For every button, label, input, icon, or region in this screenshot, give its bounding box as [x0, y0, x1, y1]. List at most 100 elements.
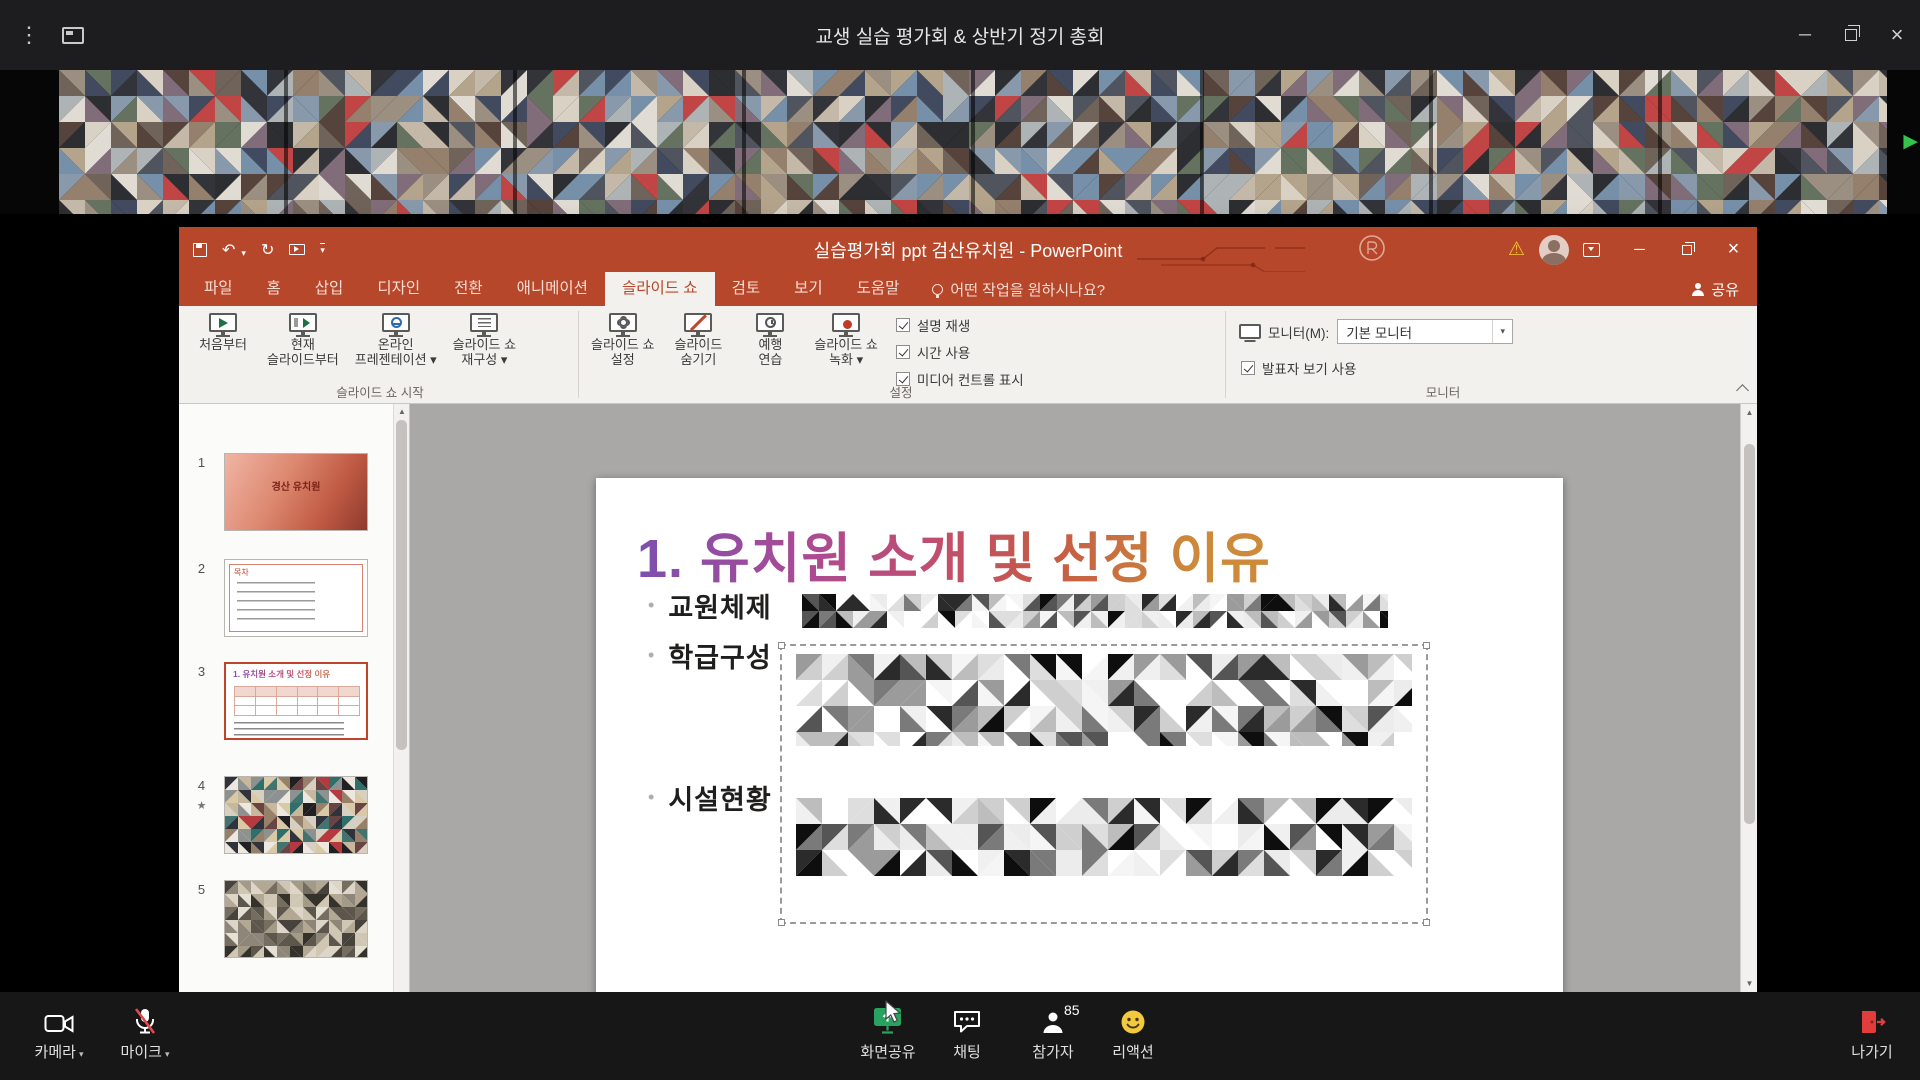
close-button[interactable]: × — [1874, 0, 1920, 70]
tab-transitions[interactable]: 전환 — [437, 272, 500, 306]
warning-icon[interactable]: ⚠ — [1508, 238, 1525, 261]
slide-5-preview[interactable] — [224, 880, 368, 958]
ppt-titlebar: ↶ ▾ ↻ ▾ 실습평가회 ppt 검산유치원 - PowerPoint ⚠ ─ — [179, 227, 1757, 272]
slide-4-preview[interactable] — [224, 776, 368, 854]
setup-slideshow-button[interactable]: 슬라이드 쇼 설정 — [583, 309, 662, 389]
scrollbar-thumb[interactable] — [396, 420, 407, 750]
ppt-restore-button[interactable] — [1663, 227, 1710, 272]
resize-handle[interactable] — [1423, 642, 1430, 649]
qat-customize-icon[interactable]: ▾ — [320, 243, 325, 256]
minimize-button[interactable]: ─ — [1782, 0, 1828, 70]
scrollbar-thumb[interactable] — [1744, 444, 1755, 824]
share-button[interactable]: 공유 — [1691, 272, 1739, 306]
thumbnail-scrollbar[interactable]: ▲ — [393, 404, 409, 992]
group-label: 설정 — [583, 382, 1219, 401]
participants-button[interactable]: 85 참가자 — [1007, 992, 1099, 1080]
account-avatar[interactable] — [1539, 235, 1569, 265]
mic-button[interactable]: 마이크▾ — [99, 992, 191, 1080]
scroll-down-icon[interactable]: ▼ — [1741, 979, 1757, 988]
resize-handle[interactable] — [778, 642, 785, 649]
slide-3-preview[interactable]: 1. 유치원 소개 및 선정 이유 — [224, 662, 368, 740]
bullet-text: 학급구성 — [668, 636, 771, 675]
participant-count: 85 — [1064, 1002, 1080, 1018]
tab-view[interactable]: 보기 — [777, 272, 840, 306]
bullet-icon: • — [648, 645, 654, 666]
leave-label: 나가기 — [1826, 1041, 1918, 1062]
meeting-toolbar: 카메라▾ 마이크▾ 화면공유 — [0, 992, 1920, 1080]
tab-insert[interactable]: 삽입 — [298, 272, 361, 306]
ribbon-display-options-icon[interactable] — [1583, 243, 1600, 257]
current-slide[interactable]: 1. 유치원 소개 및 선정 이유 • 교원체제 • 학급구성 • 시설현황 — [596, 478, 1563, 992]
start-slideshow-icon[interactable] — [289, 244, 305, 255]
undo-caret-icon[interactable]: ▾ — [241, 248, 246, 259]
ppt-minimize-button[interactable]: ─ — [1616, 227, 1663, 272]
leave-button[interactable]: 나가기 — [1826, 992, 1918, 1080]
slide-number: 3 — [179, 662, 224, 740]
resize-handle[interactable] — [1423, 919, 1430, 926]
play-narrations-checkbox[interactable]: 설명 재생 — [896, 315, 1024, 335]
present-online-button[interactable]: 온라인 프레젠테이션 ▾ — [347, 309, 445, 367]
restore-icon — [1845, 29, 1857, 41]
custom-slideshow-button[interactable]: 슬라이드 쇼 재구성 ▾ — [445, 309, 524, 367]
camera-button[interactable]: 카메라▾ — [13, 992, 105, 1080]
chat-button[interactable]: 채팅 — [921, 992, 1013, 1080]
mic-caret-icon[interactable]: ▾ — [165, 1049, 170, 1059]
participants-label: 참가자 — [1007, 1041, 1099, 1062]
slide-4-censored-content — [225, 777, 367, 853]
undo-icon[interactable]: ↶ — [222, 240, 235, 260]
from-beginning-button[interactable]: 처음부터 — [187, 309, 259, 367]
slide-2-heading: 목차 — [234, 567, 249, 578]
tab-animations[interactable]: 애니메이션 — [500, 272, 605, 306]
combo-caret-icon[interactable]: ▾ — [1492, 320, 1512, 343]
redo-icon[interactable]: ↻ — [261, 240, 274, 260]
slide-1-preview[interactable]: 경산 유치원 — [224, 453, 368, 531]
reactions-label: 리액션 — [1087, 1041, 1179, 1062]
monitor-select[interactable]: 기본 모니터 ▾ — [1337, 319, 1513, 344]
tell-me-box[interactable]: 어떤 작업을 원하시나요? — [932, 272, 1105, 306]
strip-next-icon[interactable]: ▶ — [1903, 130, 1918, 153]
record-slideshow-button[interactable]: 슬라이드 쇼 녹화 ▾ — [806, 309, 885, 389]
slide-2-preview[interactable]: 목차 — [224, 559, 368, 637]
lightbulb-icon — [932, 284, 943, 295]
slide-thumbnail-5[interactable]: 5 — [179, 880, 368, 958]
presenter-view-checkbox[interactable]: 발표자 보기 사용 — [1241, 358, 1356, 378]
resize-handle[interactable] — [778, 919, 785, 926]
from-current-slide-button[interactable]: 현재 슬라이드부터 — [259, 309, 347, 367]
tab-home[interactable]: 홈 — [250, 272, 298, 306]
scroll-up-icon[interactable]: ▲ — [394, 407, 410, 416]
camera-caret-icon[interactable]: ▾ — [79, 1049, 84, 1059]
slide-thumbnail-3-selected[interactable]: 3 1. 유치원 소개 및 선정 이유 — [179, 662, 368, 740]
slide-thumbnail-1[interactable]: 1 경산 유치원 — [179, 453, 368, 531]
reactions-button[interactable]: 리액션 — [1087, 992, 1179, 1080]
scroll-up-icon[interactable]: ▲ — [1741, 408, 1757, 417]
slide-thumbnail-2[interactable]: 2 목차 — [179, 559, 368, 637]
ppt-close-button[interactable]: × — [1710, 227, 1757, 272]
restore-button[interactable] — [1828, 0, 1874, 70]
share-person-icon — [1691, 283, 1704, 296]
use-timings-checkbox[interactable]: 시간 사용 — [896, 342, 1024, 362]
selected-table-object[interactable] — [780, 644, 1428, 924]
group-label: 슬라이드 쇼 시작 — [187, 382, 573, 401]
rehearse-timings-button[interactable]: 예행 연습 — [734, 309, 806, 389]
slide-thumbnail-panel: 1 경산 유치원 2 목차 3 1. 유치원 소개 — [179, 404, 410, 992]
quick-access-toolbar: ↶ ▾ ↻ ▾ — [193, 227, 325, 272]
hide-slide-button[interactable]: 슬라이드 숨기기 — [662, 309, 734, 389]
app-window-icon[interactable] — [62, 27, 84, 44]
chat-label: 채팅 — [921, 1041, 1013, 1062]
slide-3-textlines — [234, 722, 344, 736]
tab-design[interactable]: 디자인 — [360, 272, 437, 306]
slide-thumbnail-4[interactable]: 4 ★ — [179, 776, 368, 854]
censored-text-strip — [802, 594, 1388, 628]
collapse-ribbon-icon[interactable] — [1736, 384, 1749, 397]
ppt-body: 1 경산 유치원 2 목차 3 1. 유치원 소개 — [179, 404, 1757, 992]
slide-scrollbar[interactable]: ▲ ▼ — [1740, 404, 1757, 992]
tab-slideshow[interactable]: 슬라이드 쇼 — [605, 272, 715, 306]
menu-dots-icon[interactable]: ⋮ — [18, 22, 40, 48]
save-icon[interactable] — [193, 243, 207, 257]
meeting-window-titlebar: ⋮ 교생 실습 평가회 & 상반기 정기 총회 ─ × — [0, 0, 1920, 70]
tab-review[interactable]: 검토 — [715, 272, 778, 306]
tab-help[interactable]: 도움말 — [840, 272, 917, 306]
bullet-line-1: • 교원체제 — [648, 586, 772, 625]
group-monitors: 모니터(M): 기본 모니터 ▾ 발표자 보기 사용 모니터 — [1233, 306, 1653, 404]
tab-file[interactable]: 파일 — [187, 272, 250, 306]
